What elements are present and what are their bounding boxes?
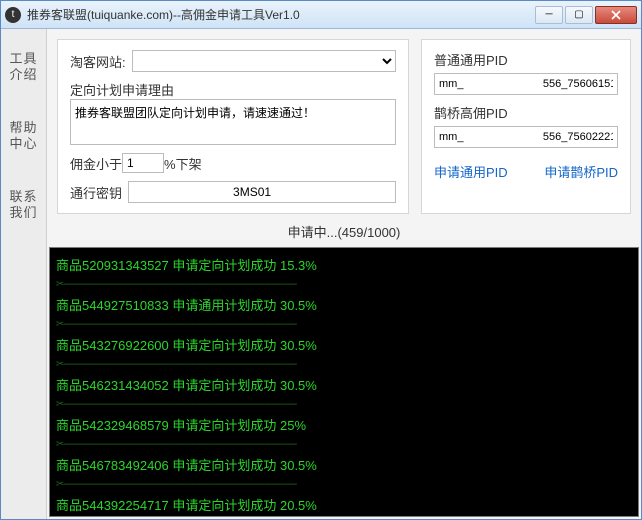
commission-suffix: %下架 <box>164 154 202 173</box>
window-title: 推券客联盟(tuiquanke.com)--高佣金申请工具Ver1.0 <box>27 6 535 23</box>
pid-links: 申请通用PID 申请鹊桥PID <box>434 162 618 181</box>
log-separator <box>56 277 632 292</box>
sidebar: 工具 介绍 帮助 中心 联系 我们 <box>1 29 47 519</box>
reason-label: 定向计划申请理由 <box>70 80 174 99</box>
queqiao-pid-label: 鹊桥高佣PID <box>434 103 618 122</box>
passkey-input[interactable] <box>128 181 396 203</box>
titlebar: t 推券客联盟(tuiquanke.com)--高佣金申请工具Ver1.0 ─ … <box>1 1 641 29</box>
passkey-label: 通行密钥 <box>70 183 122 202</box>
log-separator <box>56 477 632 492</box>
log-separator <box>56 357 632 372</box>
general-pid-input[interactable] <box>434 73 618 95</box>
body: 工具 介绍 帮助 中心 联系 我们 淘客网站: 定向计划申请理由 <box>1 29 641 519</box>
log-line: 商品546231434052 申请定向计划成功 30.5% <box>56 372 632 397</box>
window-controls: ─ ▢ <box>535 6 637 24</box>
maximize-button[interactable]: ▢ <box>565 6 593 24</box>
app-icon: t <box>5 7 21 23</box>
log-separator <box>56 437 632 452</box>
status-text: 申请中...(459/1000) <box>47 214 641 247</box>
queqiao-pid-input[interactable] <box>434 126 618 148</box>
minimize-button[interactable]: ─ <box>535 6 563 24</box>
sidebar-item-contact[interactable]: 联系 我们 <box>1 179 46 230</box>
log-console[interactable]: 商品520931343527 申请定向计划成功 15.3% 商品544927510… <box>49 247 639 517</box>
general-pid-label: 普通通用PID <box>434 50 618 69</box>
log-line: 商品542329468579 申请定向计划成功 25% <box>56 412 632 437</box>
log-line: 商品546783492406 申请定向计划成功 30.5% <box>56 452 632 477</box>
app-window: t 推券客联盟(tuiquanke.com)--高佣金申请工具Ver1.0 ─ … <box>0 0 642 520</box>
top-forms: 淘客网站: 定向计划申请理由 佣金小于 %下架 <box>47 29 641 214</box>
site-label: 淘客网站: <box>70 52 126 71</box>
close-icon <box>611 10 621 20</box>
apply-general-pid-link[interactable]: 申请通用PID <box>434 162 508 181</box>
log-separator <box>56 317 632 332</box>
commission-prefix: 佣金小于 <box>70 154 122 173</box>
log-line: 商品520931343527 申请定向计划成功 15.3% <box>56 252 632 277</box>
site-select[interactable] <box>132 50 396 72</box>
log-line: 商品544392254717 申请定向计划成功 20.5% <box>56 492 632 517</box>
apply-queqiao-pid-link[interactable]: 申请鹊桥PID <box>544 162 618 181</box>
apply-form: 淘客网站: 定向计划申请理由 佣金小于 %下架 <box>57 39 409 214</box>
close-button[interactable] <box>595 6 637 24</box>
main-panel: 淘客网站: 定向计划申请理由 佣金小于 %下架 <box>47 29 641 519</box>
log-line: 商品544927510833 申请通用计划成功 30.5% <box>56 292 632 317</box>
pid-panel: 普通通用PID 鹊桥高佣PID 申请通用PID 申请鹊桥PID <box>421 39 631 214</box>
sidebar-item-intro[interactable]: 工具 介绍 <box>1 41 46 92</box>
commission-input[interactable] <box>122 153 164 173</box>
sidebar-item-help[interactable]: 帮助 中心 <box>1 110 46 161</box>
log-separator <box>56 397 632 412</box>
log-line: 商品543276922600 申请定向计划成功 30.5% <box>56 332 632 357</box>
reason-textarea[interactable] <box>70 99 396 145</box>
